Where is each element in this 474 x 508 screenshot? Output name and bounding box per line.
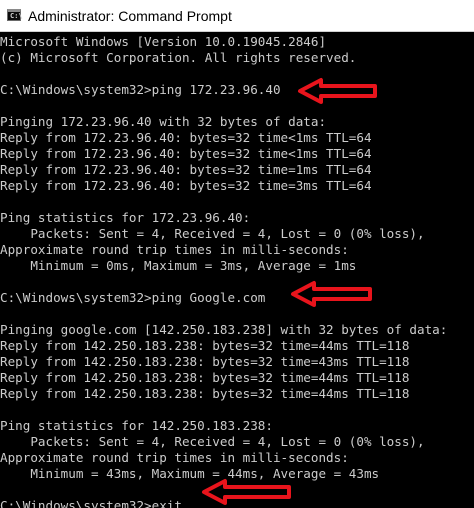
console-line: Minimum = 0ms, Maximum = 3ms, Average = … xyxy=(0,258,357,273)
console-output[interactable]: Microsoft Windows [Version 10.0.19045.28… xyxy=(0,32,474,508)
console-line: (c) Microsoft Corporation. All rights re… xyxy=(0,50,357,65)
console-line: Reply from 172.23.96.40: bytes=32 time<1… xyxy=(0,130,372,145)
console-line: Reply from 142.250.183.238: bytes=32 tim… xyxy=(0,370,410,385)
left-arrow-icon xyxy=(202,479,291,505)
console-line: Packets: Sent = 4, Received = 4, Lost = … xyxy=(0,434,425,449)
title-bar[interactable]: C:\ Administrator: Command Prompt xyxy=(0,0,474,32)
console-line: Reply from 142.250.183.238: bytes=32 tim… xyxy=(0,338,410,353)
console-line: Ping statistics for 172.23.96.40: xyxy=(0,210,251,225)
console-line: Reply from 172.23.96.40: bytes=32 time<1… xyxy=(0,146,372,161)
console-line: Minimum = 43ms, Maximum = 44ms, Average … xyxy=(0,466,380,481)
command-prompt-line[interactable]: C:\Windows\system32>exit xyxy=(0,498,190,508)
console-line: Pinging 172.23.96.40 with 32 bytes of da… xyxy=(0,114,327,129)
console-line: Reply from 172.23.96.40: bytes=32 time=1… xyxy=(0,162,372,177)
console-line: Packets: Sent = 4, Received = 4, Lost = … xyxy=(0,226,425,241)
console-line: Reply from 142.250.183.238: bytes=32 tim… xyxy=(0,386,410,401)
console-line: Approximate round trip times in milli-se… xyxy=(0,450,349,465)
console-line: Pinging google.com [142.250.183.238] wit… xyxy=(0,322,448,337)
console-line: Ping statistics for 142.250.183.238: xyxy=(0,418,273,433)
console-line: Microsoft Windows [Version 10.0.19045.28… xyxy=(0,34,327,49)
left-arrow-icon xyxy=(298,78,377,104)
window-title: Administrator: Command Prompt xyxy=(28,8,232,24)
console-line: C:\Windows\system32>ping 172.23.96.40 xyxy=(0,82,281,97)
console-line: Reply from 142.250.183.238: bytes=32 tim… xyxy=(0,354,410,369)
console-line: Approximate round trip times in milli-se… xyxy=(0,242,349,257)
cmd-icon: C:\ xyxy=(7,9,23,21)
console-line: Reply from 172.23.96.40: bytes=32 time=3… xyxy=(0,178,372,193)
left-arrow-icon xyxy=(291,281,372,307)
cmd-icon-text: C:\ xyxy=(10,12,23,20)
console-line: C:\Windows\system32>ping Google.com xyxy=(0,290,266,305)
